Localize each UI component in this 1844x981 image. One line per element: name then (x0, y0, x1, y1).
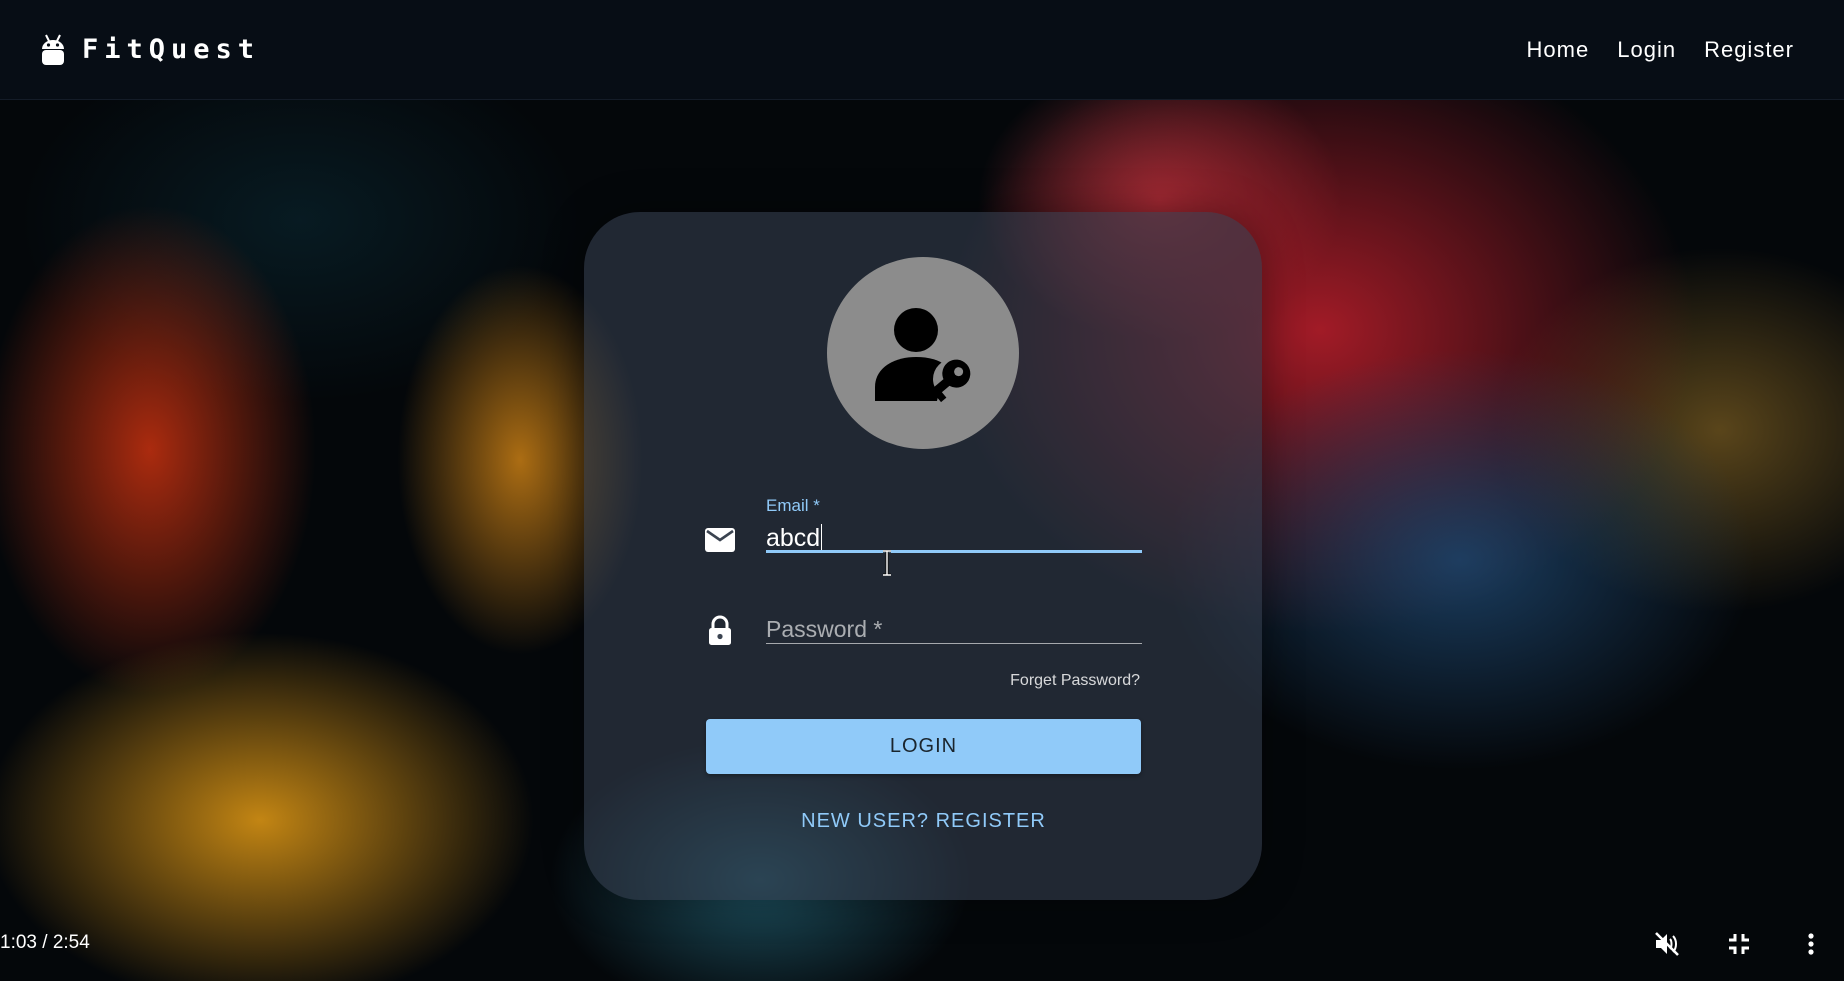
password-field-group: Password * (704, 574, 1140, 645)
navbar: FitQuest Home Login Register (0, 0, 1844, 100)
password-underline (766, 643, 1142, 644)
video-time: 1:03 / 2:54 (0, 932, 90, 953)
background-video: FitQuest Home Login Register Email * abc… (0, 0, 1844, 981)
i-beam-cursor-icon (883, 550, 891, 576)
brand-name: FitQuest (82, 34, 261, 65)
android-icon (42, 34, 64, 65)
text-caret (821, 524, 823, 550)
email-label: Email * (766, 496, 820, 515)
exit-fullscreen-icon[interactable] (1725, 930, 1753, 958)
login-button[interactable]: LOGIN (706, 719, 1141, 774)
mute-icon[interactable] (1653, 930, 1681, 958)
lock-icon (709, 615, 731, 645)
email-field-group: Email * abcd (704, 482, 1140, 552)
nav-login-link[interactable]: Login (1605, 29, 1688, 71)
brand[interactable]: FitQuest (40, 33, 260, 67)
more-vert-icon[interactable] (1797, 930, 1825, 958)
register-link[interactable]: NEW USER? REGISTER (706, 810, 1141, 833)
nav-links: Home Login Register (1511, 29, 1806, 71)
avatar (827, 257, 1019, 449)
password-input[interactable]: Password * (766, 616, 882, 643)
email-value: abcd (766, 524, 821, 552)
nav-home-link[interactable]: Home (1515, 29, 1602, 71)
nav-register-link[interactable]: Register (1692, 29, 1806, 71)
login-card: Email * abcd Password * Forget Password?… (584, 212, 1262, 900)
email-input[interactable]: abcd (766, 524, 823, 553)
forgot-password-link[interactable]: Forget Password? (1010, 672, 1140, 690)
mail-icon (705, 528, 735, 552)
person-key-icon (875, 308, 973, 403)
email-underline (766, 550, 1142, 553)
login-button-label: LOGIN (889, 735, 958, 757)
